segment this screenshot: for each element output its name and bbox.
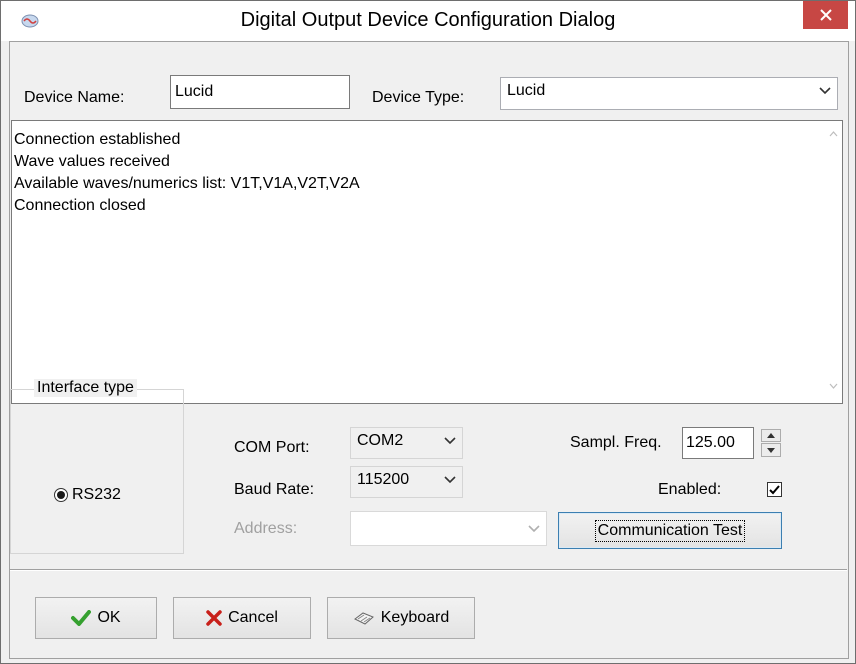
log-line: Available waves/numerics list: V1T,V1A,V…	[14, 175, 360, 192]
separator	[10, 569, 847, 571]
device-type-value: Lucid	[507, 82, 546, 99]
interface-groupbox	[10, 389, 184, 554]
device-type-select[interactable]: Lucid	[500, 77, 838, 110]
enabled-checkbox[interactable]	[767, 482, 782, 497]
log-line: Connection closed	[14, 197, 146, 214]
baud-rate-select[interactable]: 115200	[350, 466, 463, 498]
sampl-freq-label: Sampl. Freq.	[570, 434, 662, 451]
cancel-label: Cancel	[228, 609, 278, 626]
x-icon	[206, 610, 222, 626]
sampl-freq-input[interactable]	[682, 427, 754, 459]
scroll-down-icon[interactable]	[829, 383, 838, 389]
dialog-window: Digital Output Device Configuration Dial…	[0, 0, 856, 664]
spin-down-icon	[767, 448, 775, 453]
rs232-radio[interactable]	[54, 488, 68, 502]
communication-test-button[interactable]: Communication Test	[558, 512, 782, 549]
chevron-down-icon	[819, 87, 831, 95]
log-line: Wave values received	[14, 153, 170, 170]
com-port-select[interactable]: COM2	[350, 427, 463, 459]
interface-group-title: Interface type	[34, 379, 137, 397]
ok-button[interactable]: OK	[35, 597, 157, 639]
keyboard-icon	[353, 612, 374, 625]
title-bar: Digital Output Device Configuration Dial…	[1, 1, 855, 41]
spin-down-button[interactable]	[761, 443, 781, 457]
log-lines: Connection established Wave values recei…	[14, 129, 360, 217]
ok-label: OK	[97, 609, 121, 626]
log-textarea[interactable]: Connection established Wave values recei…	[11, 120, 843, 404]
checkmark-icon	[71, 610, 92, 626]
cancel-button[interactable]: Cancel	[173, 597, 311, 639]
chevron-down-icon	[444, 437, 456, 445]
window-title: Digital Output Device Configuration Dial…	[240, 9, 616, 31]
dialog-client: Device Name: Device Type: Lucid Connecti…	[9, 41, 849, 659]
spin-up-icon	[767, 433, 775, 438]
address-label: Address:	[234, 520, 298, 537]
com-port-label: COM Port:	[234, 439, 310, 456]
checkmark-icon	[769, 484, 780, 494]
spin-up-button[interactable]	[761, 429, 781, 442]
keyboard-button[interactable]: Keyboard	[327, 597, 475, 639]
chevron-down-icon	[528, 525, 540, 533]
baud-rate-label: Baud Rate:	[234, 481, 315, 498]
device-name-label: Device Name:	[24, 89, 125, 106]
close-icon	[819, 9, 832, 21]
log-scrollbar[interactable]	[825, 121, 842, 403]
log-line: Connection established	[14, 131, 181, 148]
close-button[interactable]	[803, 1, 848, 29]
address-select	[350, 511, 547, 546]
enabled-label: Enabled:	[658, 481, 722, 498]
device-type-label: Device Type:	[372, 89, 465, 106]
communication-test-label: Communication Test	[594, 519, 746, 542]
baud-rate-value: 115200	[357, 471, 410, 488]
sampl-freq-spinner[interactable]	[761, 429, 783, 459]
com-port-value: COM2	[357, 432, 404, 449]
rs232-label: RS232	[72, 486, 121, 503]
chevron-down-icon	[444, 476, 456, 484]
device-name-input[interactable]	[170, 75, 350, 109]
keyboard-label: Keyboard	[380, 609, 450, 626]
scroll-up-icon[interactable]	[829, 131, 838, 137]
